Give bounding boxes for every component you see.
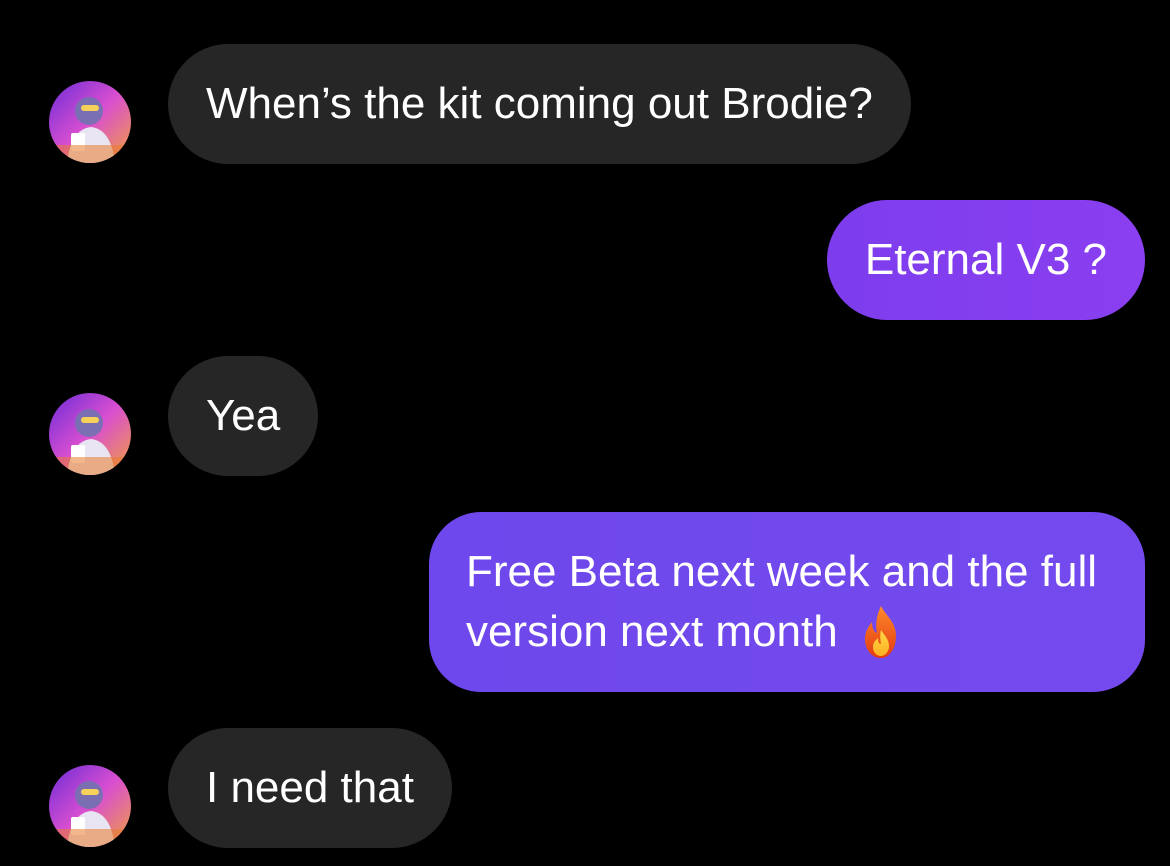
message-text: Yea (206, 391, 281, 440)
message-row-outgoing: Free Beta next week and the full version… (0, 512, 1170, 692)
sender-avatar[interactable] (49, 81, 131, 163)
message-row-incoming: I need that (0, 728, 1170, 848)
message-text-line-1: Free Beta next week and the full (465, 547, 1097, 596)
message-text-line-2: version next month (466, 602, 1097, 662)
message-text: I need that (206, 763, 414, 812)
outgoing-message-bubble[interactable]: Eternal V3 ? (826, 200, 1145, 320)
incoming-message-bubble[interactable]: Yea (168, 356, 319, 476)
sender-avatar[interactable] (49, 765, 131, 847)
message-text: When’s the kit coming out Brodie? (206, 79, 873, 128)
message-row-outgoing: Eternal V3 ? (0, 200, 1170, 320)
incoming-message-bubble[interactable]: I need that (168, 728, 452, 848)
fire-emoji-icon (856, 602, 906, 662)
sender-avatar[interactable] (49, 393, 131, 475)
message-row-incoming: When’s the kit coming out Brodie? (0, 44, 1170, 164)
message-text: version next month (465, 607, 838, 656)
outgoing-message-bubble[interactable]: Free Beta next week and the full version… (428, 512, 1145, 692)
message-row-incoming: Yea (0, 356, 1170, 476)
message-text: Eternal V3 ? (864, 235, 1107, 284)
incoming-message-bubble[interactable]: When’s the kit coming out Brodie? (168, 44, 911, 164)
message-thread: When’s the kit coming out Brodie? Eterna… (0, 0, 1170, 866)
